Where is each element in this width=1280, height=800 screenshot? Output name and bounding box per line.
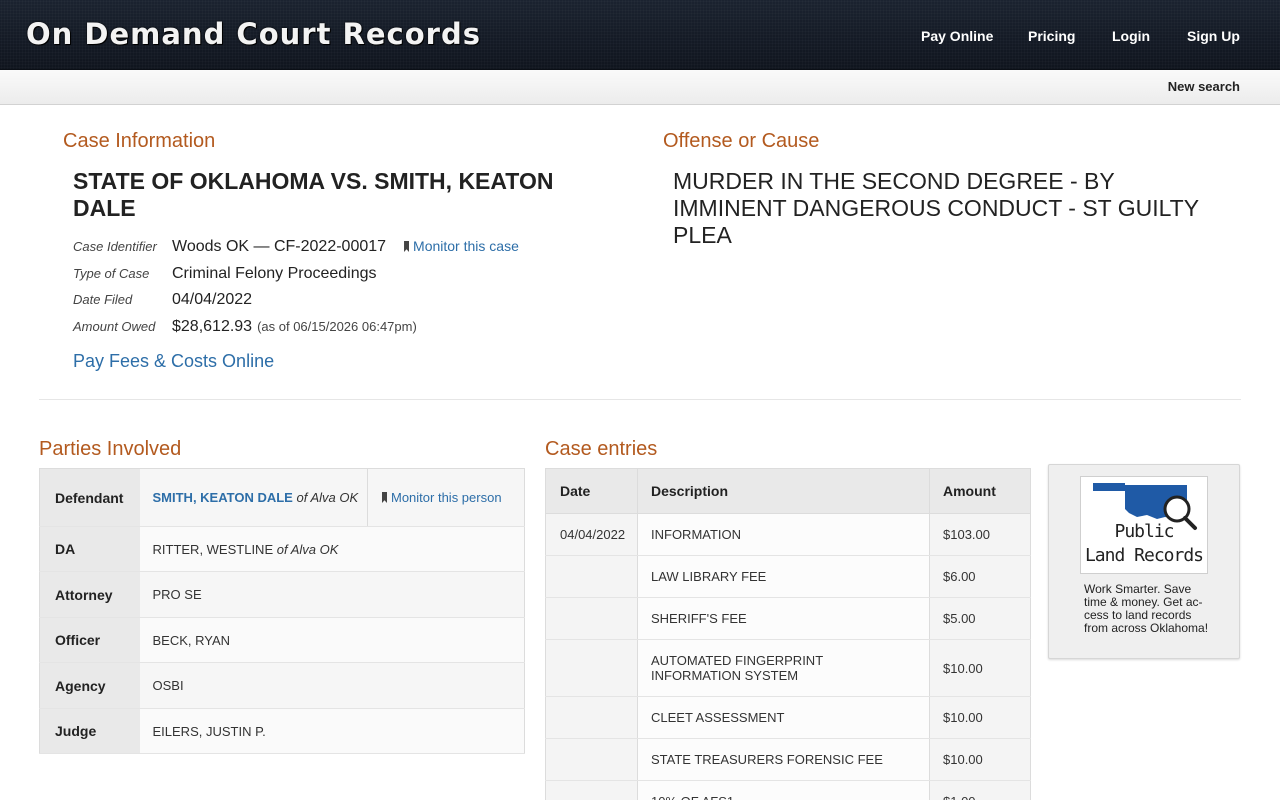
entries-header-row: Date Description Amount bbox=[545, 468, 1031, 514]
nav-pricing[interactable]: Pricing bbox=[1028, 28, 1075, 44]
bookmark-icon bbox=[382, 492, 387, 503]
party-name: OSBI bbox=[139, 662, 525, 709]
party-role: Agency bbox=[39, 662, 140, 709]
party-name: RITTER, WESTLINE bbox=[152, 541, 274, 557]
entry-date bbox=[545, 696, 638, 739]
col-date-header: Date bbox=[545, 468, 638, 514]
monitor-person-cell: Monitor this person bbox=[367, 468, 525, 527]
entries-heading: Case entries bbox=[545, 438, 658, 460]
entry-description: 10% OF AFS1 bbox=[637, 780, 930, 800]
ad-title-line1: Public bbox=[1114, 521, 1174, 542]
parties-table: Defendant SMITH, KEATON DALE of Alva OK … bbox=[39, 468, 525, 754]
col-description-header: Description bbox=[637, 468, 930, 514]
entry-amount: $1.00 bbox=[929, 780, 1031, 800]
monitor-person-label: Monitor this person bbox=[391, 490, 502, 505]
entry-date bbox=[545, 555, 638, 598]
pay-fees-link[interactable]: Pay Fees & Costs Online bbox=[73, 351, 274, 372]
entry-date: 04/04/2022 bbox=[545, 513, 638, 556]
case-type-row: Type of Case Criminal Felony Proceedings bbox=[73, 265, 377, 287]
defendant-name-link[interactable]: SMITH, KEATON DALE bbox=[153, 490, 293, 505]
party-row: Officer BECK, RYAN bbox=[39, 617, 525, 663]
entry-row: AUTOMATED FINGERPRINT INFORMATION SYSTEM… bbox=[545, 639, 1031, 697]
entry-amount: $10.00 bbox=[929, 696, 1031, 739]
case-type-label: Type of Case bbox=[73, 266, 150, 281]
entry-row: STATE TREASURERS FORENSIC FEE $10.00 bbox=[545, 738, 1031, 781]
date-filed-row: Date Filed 04/04/2022 bbox=[73, 291, 252, 313]
entry-date bbox=[545, 738, 638, 781]
entry-amount: $103.00 bbox=[929, 513, 1031, 556]
entry-row: 10% OF AFS1 $1.00 bbox=[545, 780, 1031, 800]
monitor-case-label: Monitor this case bbox=[413, 238, 519, 254]
amount-owed-value: $28,612.93 bbox=[172, 318, 253, 335]
entry-date bbox=[545, 780, 638, 800]
party-cell: SMITH, KEATON DALE of Alva OK bbox=[139, 468, 368, 527]
nav-login[interactable]: Login bbox=[1112, 28, 1150, 44]
party-cell: RITTER, WESTLINE of Alva OK bbox=[139, 526, 525, 572]
case-type-value: Criminal Felony Proceedings bbox=[172, 265, 377, 282]
party-row: DA RITTER, WESTLINE of Alva OK bbox=[39, 526, 525, 572]
party-role: Attorney bbox=[39, 571, 140, 618]
party-location: of Alva OK bbox=[276, 541, 339, 557]
entry-description: SHERIFF'S FEE bbox=[637, 597, 930, 640]
party-row: Judge EILERS, JUSTIN P. bbox=[39, 708, 525, 754]
party-row-defendant: Defendant SMITH, KEATON DALE of Alva OK … bbox=[39, 468, 525, 527]
entries-table: Date Description Amount 04/04/2022 INFOR… bbox=[545, 468, 1031, 800]
entry-amount: $10.00 bbox=[929, 738, 1031, 781]
site-logo[interactable]: On Demand Court Records bbox=[26, 17, 481, 51]
parties-heading: Parties Involved bbox=[39, 438, 182, 460]
party-name: BECK, RYAN bbox=[139, 617, 525, 663]
monitor-case-link[interactable]: Monitor this case bbox=[404, 238, 519, 254]
party-role: Officer bbox=[39, 617, 140, 663]
entry-description: LAW LIBRARY FEE bbox=[637, 555, 930, 598]
party-role: Defendant bbox=[39, 468, 140, 527]
new-search-link[interactable]: New search bbox=[1168, 79, 1240, 94]
offense-heading: Offense or Cause bbox=[663, 130, 820, 152]
bookmark-icon bbox=[404, 241, 410, 252]
date-filed-label: Date Filed bbox=[73, 292, 133, 307]
party-name: EILERS, JUSTIN P. bbox=[139, 708, 525, 754]
top-header: On Demand Court Records Pay Online Prici… bbox=[0, 0, 1280, 70]
entry-date bbox=[545, 597, 638, 640]
ad-description: Work Smarter. Save time & money. Get ac-… bbox=[1084, 582, 1209, 635]
section-divider bbox=[39, 399, 1241, 400]
sub-header: New search bbox=[0, 70, 1280, 105]
entry-row: SHERIFF'S FEE $5.00 bbox=[545, 597, 1031, 640]
case-identifier-row: Case Identifier Woods OK — CF-2022-00017… bbox=[73, 238, 519, 260]
ad-title-line2: Land Records bbox=[1084, 545, 1204, 566]
entry-row: CLEET ASSESSMENT $10.00 bbox=[545, 696, 1031, 739]
land-records-ad-image[interactable]: Public Land Records bbox=[1080, 476, 1208, 574]
entry-description: AUTOMATED FINGERPRINT INFORMATION SYSTEM bbox=[637, 639, 930, 697]
offense-text: MURDER IN THE SECOND DEGREE - BY IMMINEN… bbox=[673, 168, 1199, 248]
nav-pay-online[interactable]: Pay Online bbox=[921, 28, 993, 44]
entry-amount: $6.00 bbox=[929, 555, 1031, 598]
date-filed-value: 04/04/2022 bbox=[172, 291, 253, 308]
entry-amount: $5.00 bbox=[929, 597, 1031, 640]
land-records-ad[interactable]: Public Land Records Work Smarter. Save t… bbox=[1048, 464, 1240, 659]
party-name: PRO SE bbox=[139, 571, 525, 618]
entry-description: CLEET ASSESSMENT bbox=[637, 696, 930, 739]
case-info-heading: Case Information bbox=[63, 130, 216, 152]
entry-description: INFORMATION bbox=[637, 513, 930, 556]
amount-asof: (as of 06/15/2026 06:47pm) bbox=[257, 319, 417, 334]
amount-owed-label: Amount Owed bbox=[73, 319, 156, 334]
entry-amount: $10.00 bbox=[929, 639, 1031, 697]
entry-date bbox=[545, 639, 638, 697]
party-row: Attorney PRO SE bbox=[39, 571, 525, 618]
case-title: STATE OF OKLAHOMA VS. SMITH, KEATON DALE bbox=[73, 168, 554, 221]
monitor-person-link[interactable]: Monitor this person bbox=[382, 490, 502, 505]
nav-sign-up[interactable]: Sign Up bbox=[1187, 28, 1240, 44]
amount-owed-row: Amount Owed $28,612.93 (as of 06/15/2026… bbox=[73, 318, 417, 340]
entry-row: LAW LIBRARY FEE $6.00 bbox=[545, 555, 1031, 598]
party-location: of Alva OK bbox=[296, 490, 359, 505]
party-role: DA bbox=[39, 526, 140, 572]
case-identifier-label: Case Identifier bbox=[73, 239, 157, 254]
case-identifier-value: Woods OK — CF-2022-00017 bbox=[172, 238, 387, 255]
entry-description: STATE TREASURERS FORENSIC FEE bbox=[637, 738, 930, 781]
entry-row: 04/04/2022 INFORMATION $103.00 bbox=[545, 513, 1031, 556]
col-amount-header: Amount bbox=[929, 468, 1031, 514]
party-role: Judge bbox=[39, 708, 140, 754]
party-row: Agency OSBI bbox=[39, 662, 525, 709]
